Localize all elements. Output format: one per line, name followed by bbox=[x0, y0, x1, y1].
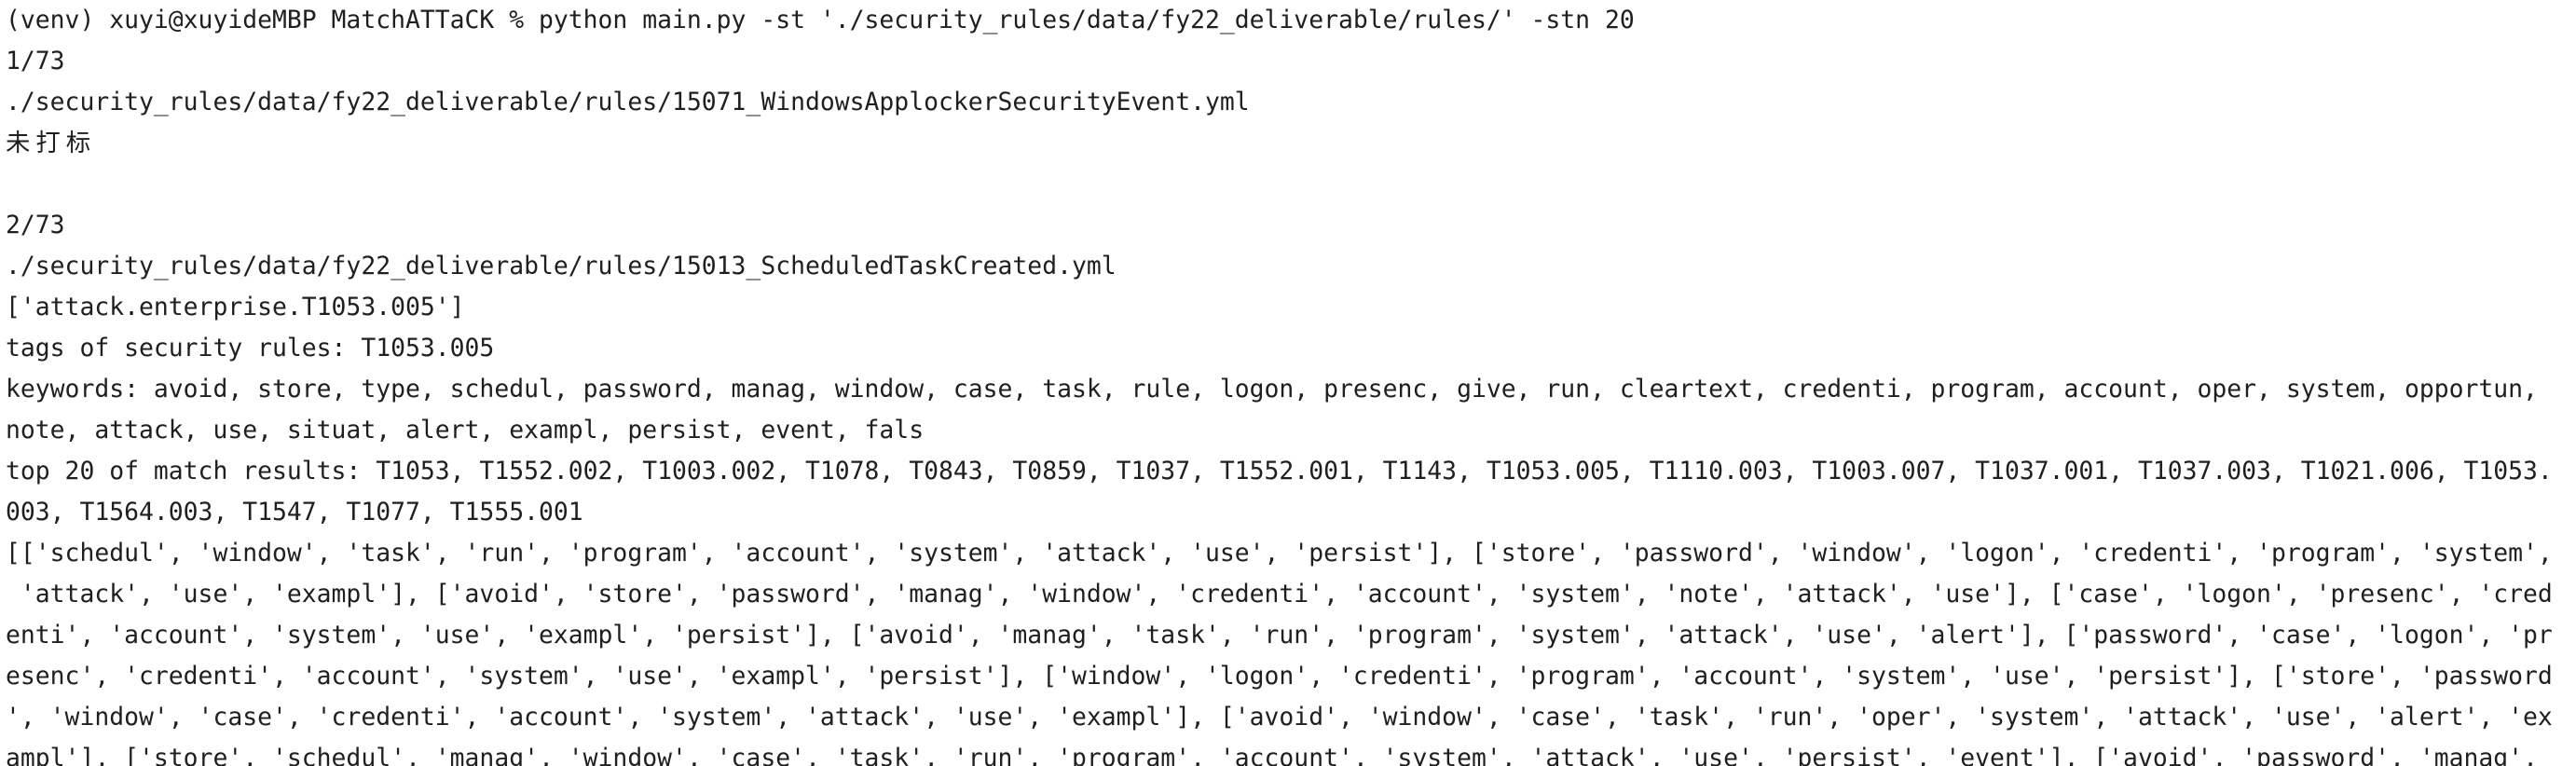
keyword-lists-line: enti', 'account', 'system', 'use', 'exam… bbox=[6, 621, 2553, 650]
command-prompt-line: (venv) xuyi@xuyideMBP MatchATTaCK % pyth… bbox=[6, 6, 1635, 34]
rule-tags-list: ['attack.enterprise.T1053.005'] bbox=[6, 293, 465, 321]
keyword-lists-line: [['schedul', 'window', 'task', 'run', 'p… bbox=[6, 539, 2553, 568]
keyword-lists-line: 'attack', 'use', 'exampl'], ['avoid', 's… bbox=[6, 580, 2553, 609]
keyword-lists-line: esenc', 'credenti', 'account', 'system',… bbox=[6, 662, 2553, 691]
rule-path: ./security_rules/data/fy22_deliverable/r… bbox=[6, 252, 1117, 280]
terminal-output[interactable]: (venv) xuyi@xuyideMBP MatchATTaCK % pyth… bbox=[0, 0, 2576, 766]
keyword-lists-line: ', 'window', 'case', 'credenti', 'accoun… bbox=[6, 703, 2553, 732]
keyword-lists-line: ampl'], ['store', 'schedul', 'manag', 'w… bbox=[6, 744, 2538, 766]
rule-path: ./security_rules/data/fy22_deliverable/r… bbox=[6, 88, 1250, 116]
keywords-line-continued: note, attack, use, situat, alert, exampl… bbox=[6, 416, 925, 445]
rule-counter: 1/73 bbox=[6, 47, 65, 75]
keywords-line: keywords: avoid, store, type, schedul, p… bbox=[6, 375, 2538, 404]
rule-counter: 2/73 bbox=[6, 211, 65, 239]
rule-tags-summary: tags of security rules: T1053.005 bbox=[6, 334, 495, 362]
rule-status: 未打标 bbox=[6, 129, 97, 157]
match-results-line-continued: 003, T1564.003, T1547, T1077, T1555.001 bbox=[6, 498, 583, 527]
match-results-line: top 20 of match results: T1053, T1552.00… bbox=[6, 457, 2553, 486]
